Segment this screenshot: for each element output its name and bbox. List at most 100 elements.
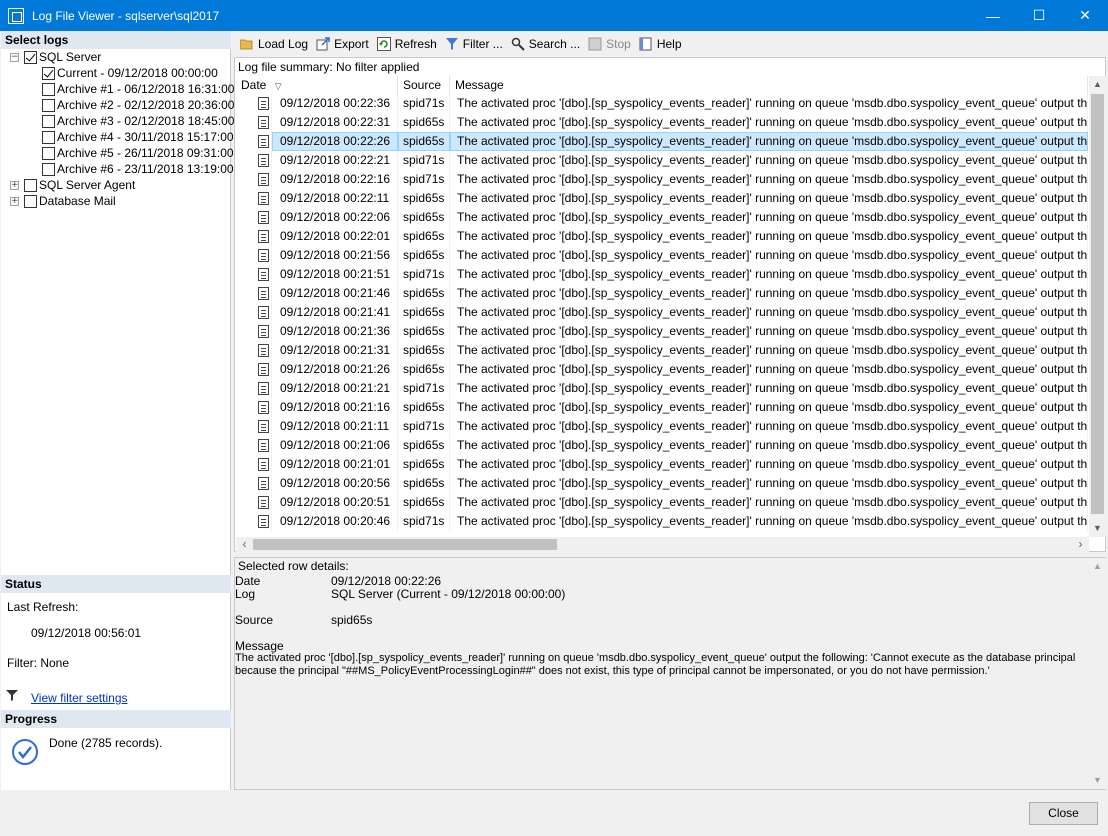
tree-item-label: SQL Server	[39, 50, 102, 64]
close-button[interactable]: Close	[1029, 802, 1098, 825]
details-vertical-scrollbar[interactable]: ▲ ▼	[1089, 558, 1106, 789]
stop-label: Stop	[606, 37, 631, 51]
date-cell: 09/12/2018 00:22:06	[272, 208, 398, 227]
tree-item[interactable]: Archive #5 - 26/11/2018 09:31:00	[42, 145, 234, 161]
table-row[interactable]: 09/12/2018 00:20:51 spid65s The activated …	[236, 493, 1088, 512]
close-window-button[interactable]: ✕	[1062, 0, 1108, 31]
tree-item-checkbox[interactable]	[24, 178, 37, 192]
tree-item-label: Archive #2 - 02/12/2018 20:36:00	[57, 98, 235, 112]
tree-item[interactable]: − SQL Server	[10, 49, 101, 65]
table-row[interactable]: 09/12/2018 00:22:11 spid65s The activated …	[236, 189, 1088, 208]
table-row[interactable]: 09/12/2018 00:22:21 spid71s The activated …	[236, 151, 1088, 170]
refresh-button[interactable]: Refresh	[373, 33, 441, 55]
date-cell: 09/12/2018 00:22:01	[272, 227, 398, 246]
tree-item[interactable]: Archive #6 - 23/11/2018 13:19:00	[42, 161, 234, 177]
tree-item-checkbox[interactable]	[42, 82, 55, 96]
horizontal-scroll-thumb[interactable]	[253, 539, 557, 550]
scroll-up-arrow-icon[interactable]: ▲	[1089, 76, 1106, 93]
table-row[interactable]: 09/12/2018 00:20:56 spid65s The activated …	[236, 474, 1088, 493]
table-row[interactable]: 09/12/2018 00:22:16 spid71s The activated …	[236, 170, 1088, 189]
table-row[interactable]: 09/12/2018 00:21:51 spid71s The activated …	[236, 265, 1088, 284]
tree-item-label: Current - 09/12/2018 00:00:00	[57, 66, 218, 80]
row-icon-cell	[236, 512, 272, 531]
minimize-button[interactable]: —	[970, 0, 1016, 31]
table-row[interactable]: 09/12/2018 00:22:06 spid65s The activated …	[236, 208, 1088, 227]
table-row[interactable]: 09/12/2018 00:21:21 spid71s The activated …	[236, 379, 1088, 398]
stop-button[interactable]: Stop	[584, 33, 635, 55]
tree-item[interactable]: Archive #3 - 02/12/2018 18:45:00	[42, 113, 234, 129]
view-filter-settings-link[interactable]: View filter settings	[31, 691, 128, 705]
tree-item-checkbox[interactable]	[42, 114, 55, 128]
table-row[interactable]: 09/12/2018 00:20:46 spid71s The activated …	[236, 512, 1088, 531]
tree-item[interactable]: Archive #4 - 30/11/2018 15:17:00	[42, 129, 234, 145]
help-label: Help	[656, 37, 682, 51]
table-row[interactable]: 09/12/2018 00:21:31 spid65s The activated …	[236, 341, 1088, 360]
column-header-source[interactable]: Source	[398, 76, 450, 94]
tree-item-checkbox[interactable]	[42, 66, 55, 80]
table-row[interactable]: 09/12/2018 00:21:36 spid65s The activated …	[236, 322, 1088, 341]
expand-icon[interactable]: +	[10, 196, 19, 206]
details-date-value: 09/12/2018 00:22:26	[331, 574, 442, 588]
table-row[interactable]: 09/12/2018 00:22:36 spid71s The activated …	[236, 94, 1088, 113]
log-entry-icon	[258, 515, 269, 528]
details-source-value: spid65s	[331, 613, 373, 627]
message-cell: The activated proc '[dbo].[sp_syspolicy_…	[450, 170, 1088, 189]
table-row[interactable]: 09/12/2018 00:22:01 spid65s The activated …	[236, 227, 1088, 246]
log-entry-icon	[258, 135, 269, 148]
table-row[interactable]: 09/12/2018 00:21:41 spid65s The activated …	[236, 303, 1088, 322]
filter-button[interactable]: Filter ...	[441, 33, 507, 55]
vertical-scroll-thumb[interactable]	[1091, 94, 1104, 514]
date-cell: 09/12/2018 00:20:51	[272, 493, 398, 512]
message-cell: The activated proc '[dbo].[sp_syspolicy_…	[450, 436, 1088, 455]
tree-item-checkbox[interactable]	[42, 146, 55, 160]
tree-item-checkbox[interactable]	[24, 194, 37, 208]
tree-item[interactable]: + SQL Server Agent	[10, 177, 135, 193]
details-scroll-up-arrow-icon[interactable]: ▲	[1089, 558, 1106, 575]
column-header-date[interactable]: Date ▽	[236, 76, 398, 94]
date-cell: 09/12/2018 00:21:06	[272, 436, 398, 455]
tree-item-checkbox[interactable]	[42, 130, 55, 144]
maximize-button[interactable]: ☐	[1016, 0, 1062, 31]
collapse-icon[interactable]: −	[10, 52, 19, 62]
scroll-down-arrow-icon[interactable]: ▼	[1089, 520, 1106, 537]
table-row[interactable]: 09/12/2018 00:21:01 spid65s The activated …	[236, 455, 1088, 474]
tree-item-checkbox[interactable]	[42, 98, 55, 112]
help-button[interactable]: Help	[635, 33, 686, 55]
search-button[interactable]: Search ...	[507, 33, 584, 55]
tree-item[interactable]: Current - 09/12/2018 00:00:00	[42, 65, 218, 81]
log-summary: Log file summary: No filter applied	[238, 60, 420, 74]
tree-item[interactable]: Archive #2 - 02/12/2018 20:36:00	[42, 97, 234, 113]
row-icon-cell	[236, 265, 272, 284]
date-cell: 09/12/2018 00:21:56	[272, 246, 398, 265]
load-log-button[interactable]: Load Log	[236, 33, 312, 55]
row-icon-cell	[236, 436, 272, 455]
table-row[interactable]: 09/12/2018 00:22:31 spid65s The activated …	[236, 113, 1088, 132]
date-cell: 09/12/2018 00:21:16	[272, 398, 398, 417]
export-icon	[316, 37, 330, 51]
column-header-message[interactable]: Message	[450, 76, 1088, 94]
table-row[interactable]: 09/12/2018 00:21:56 spid65s The activated …	[236, 246, 1088, 265]
table-row[interactable]: 09/12/2018 00:21:06 spid65s The activated …	[236, 436, 1088, 455]
horizontal-scrollbar[interactable]: ‹ ›	[236, 537, 1089, 552]
details-scroll-down-arrow-icon[interactable]: ▼	[1089, 772, 1106, 789]
tree-item-checkbox[interactable]	[42, 162, 55, 176]
tree-item[interactable]: + Database Mail	[10, 193, 116, 209]
table-row[interactable]: 09/12/2018 00:21:16 spid65s The activated …	[236, 398, 1088, 417]
expand-icon[interactable]: +	[10, 180, 19, 190]
table-row[interactable]: 09/12/2018 00:21:46 spid65s The activated …	[236, 284, 1088, 303]
scroll-left-arrow-icon[interactable]: ‹	[236, 537, 253, 552]
message-cell: The activated proc '[dbo].[sp_syspolicy_…	[450, 151, 1088, 170]
log-entry-icon	[258, 496, 269, 509]
tree-item-checkbox[interactable]	[24, 50, 37, 64]
export-button[interactable]: Export	[312, 33, 373, 55]
message-cell: The activated proc '[dbo].[sp_syspolicy_…	[450, 189, 1088, 208]
vertical-scrollbar[interactable]: ▲ ▼	[1089, 76, 1106, 537]
row-icon-cell	[236, 151, 272, 170]
table-row[interactable]: 09/12/2018 00:21:11 spid71s The activated …	[236, 417, 1088, 436]
scroll-right-arrow-icon[interactable]: ›	[1072, 537, 1089, 552]
table-row[interactable]: 09/12/2018 00:22:26 spid65s The activated …	[236, 132, 1088, 151]
log-entry-icon	[258, 439, 269, 452]
table-row[interactable]: 09/12/2018 00:21:26 spid65s The activated …	[236, 360, 1088, 379]
tree-item[interactable]: Archive #1 - 06/12/2018 16:31:00	[42, 81, 234, 97]
tree-item-label: Archive #5 - 26/11/2018 09:31:00	[57, 146, 234, 160]
